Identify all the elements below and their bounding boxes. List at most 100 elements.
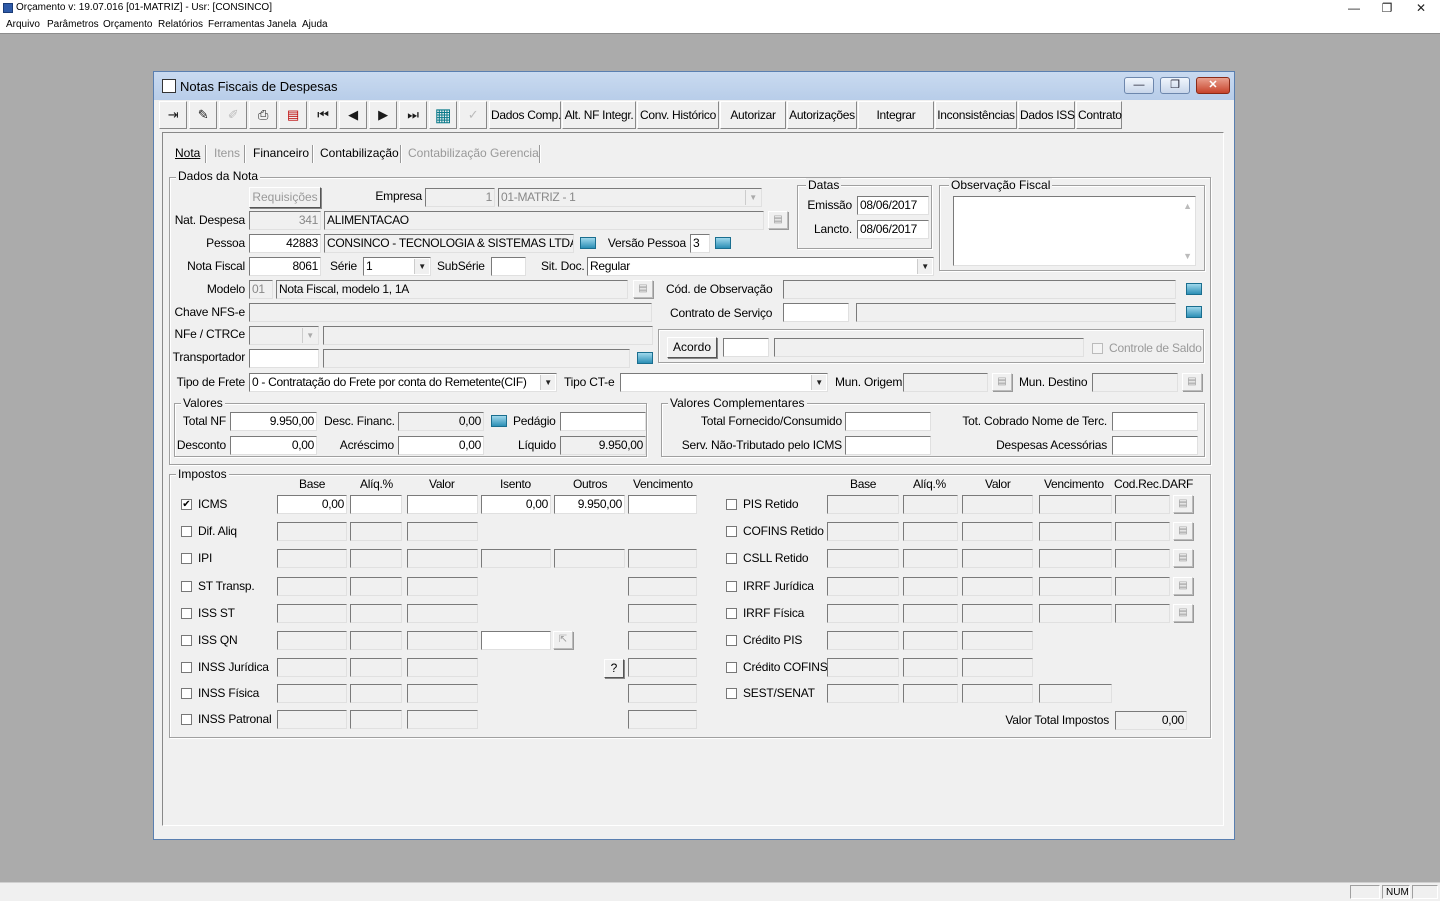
imposto-base-field[interactable] (277, 658, 347, 677)
darf-lookup-button[interactable]: ▤ (1173, 495, 1193, 513)
serie-select[interactable]: 1 ▼ (363, 257, 431, 276)
imposto-retido-field[interactable] (1039, 522, 1112, 541)
imposto-base-field[interactable] (277, 604, 347, 623)
menu-ferramentas[interactable]: Ferramentas (208, 19, 265, 30)
inconsistencias-button[interactable]: Inconsistências (935, 101, 1017, 129)
imposto-retido-field[interactable] (827, 658, 899, 677)
pessoa-code-field[interactable]: 42883 (249, 234, 321, 253)
controle-saldo-checkbox[interactable] (1092, 343, 1103, 354)
app-restore-button[interactable]: ❐ (1370, 0, 1404, 17)
imposto-valor-field[interactable] (407, 577, 478, 596)
nat-despesa-code-field[interactable]: 341 (249, 211, 321, 230)
imposto-aliq-field[interactable] (350, 684, 402, 703)
mun-destino-field[interactable] (1092, 373, 1178, 392)
first-record-button[interactable]: ⏮ (309, 101, 337, 129)
imposto-retido-field[interactable] (962, 522, 1033, 541)
tab-contabilizacao[interactable]: Contabilização (320, 146, 399, 160)
imposto-retido-field[interactable] (827, 604, 899, 623)
imposto-valor-field[interactable] (407, 549, 478, 568)
iss-qn-lookup-button[interactable]: ⇱ (553, 631, 573, 649)
imposto-venc-field[interactable] (628, 495, 697, 514)
imposto-retido-field[interactable] (962, 658, 1033, 677)
cod-observacao-field[interactable] (783, 280, 1176, 299)
obs-fiscal-textarea[interactable]: ▲ ▼ (953, 196, 1196, 266)
acordo-code-field[interactable] (723, 338, 769, 357)
sign-button[interactable]: ✓ (459, 101, 487, 129)
imposto-valor-field[interactable] (407, 522, 478, 541)
imposto-venc-field[interactable] (628, 658, 697, 677)
darf-lookup-button[interactable]: ▤ (1173, 577, 1193, 595)
tab-contabilizacao-gerencial[interactable]: Contabilização Gerencial (408, 146, 541, 160)
imposto-retido-field[interactable] (827, 522, 899, 541)
imposto-aliq-field[interactable] (350, 631, 402, 650)
darf-lookup-button[interactable]: ▤ (1173, 604, 1193, 622)
subserie-field[interactable] (491, 257, 526, 276)
imposto-valor-field[interactable] (407, 495, 478, 514)
nat-despesa-lookup-button[interactable]: ▤ (768, 211, 788, 229)
imposto-retido-field[interactable] (962, 631, 1033, 650)
imposto-checkbox[interactable] (181, 526, 192, 537)
acrescimo-field[interactable]: 0,00 (398, 436, 484, 455)
window-close-button[interactable]: ✕ (1196, 77, 1230, 94)
imposto-retido-field[interactable] (1115, 577, 1170, 596)
imposto-retido-field[interactable] (1115, 549, 1170, 568)
menu-arquivo[interactable]: Arquivo (6, 19, 40, 30)
acordo-button[interactable]: Acordo (667, 337, 717, 358)
imposto-venc-field[interactable] (628, 577, 697, 596)
imposto-retido-checkbox[interactable] (726, 608, 737, 619)
imposto-retido-field[interactable] (903, 631, 958, 650)
imposto-retido-field[interactable] (827, 495, 899, 514)
imposto-retido-field[interactable] (962, 549, 1033, 568)
imposto-retido-field[interactable] (962, 604, 1033, 623)
imposto-venc-field[interactable] (628, 684, 697, 703)
contrato-servico-code-field[interactable] (783, 303, 849, 322)
imposto-checkbox[interactable] (181, 688, 192, 699)
imposto-retido-field[interactable] (1039, 577, 1112, 596)
imposto-retido-field[interactable] (903, 549, 958, 568)
mun-origem-lookup-button[interactable]: ▤ (992, 373, 1012, 391)
imposto-base-field[interactable] (277, 684, 347, 703)
imposto-retido-field[interactable] (962, 684, 1033, 703)
imposto-valor-field[interactable] (407, 684, 478, 703)
menu-relatorios[interactable]: Relatórios (158, 19, 203, 30)
iss-qn-isento-field[interactable] (481, 631, 551, 650)
imposto-retido-field[interactable] (827, 577, 899, 596)
exit-button[interactable]: ⇥ (159, 101, 187, 129)
nfe-ctrce-select[interactable]: ▼ (249, 326, 319, 345)
imposto-venc-field[interactable] (628, 631, 697, 650)
versao-pessoa-field[interactable]: 3 (690, 234, 710, 253)
imposto-isento-field[interactable] (481, 549, 551, 568)
autorizar-button[interactable]: Autorizar (720, 101, 786, 129)
tot-cobrado-field[interactable] (1112, 412, 1198, 431)
emissao-field[interactable]: 08/06/2017 (857, 196, 929, 215)
imposto-outros-field[interactable] (554, 549, 625, 568)
tipo-cte-select[interactable]: ▼ (620, 373, 828, 392)
modelo-lookup-button[interactable]: ▤ (633, 280, 653, 298)
imposto-retido-checkbox[interactable] (726, 635, 737, 646)
imposto-outros-field[interactable]: 9.950,00 (554, 495, 625, 514)
imposto-venc-field[interactable] (628, 604, 697, 623)
imposto-retido-checkbox[interactable] (726, 688, 737, 699)
chave-nfse-field[interactable] (249, 303, 652, 322)
imposto-base-field[interactable] (277, 522, 347, 541)
imposto-checkbox[interactable] (181, 608, 192, 619)
imposto-aliq-field[interactable] (350, 522, 402, 541)
imposto-retido-field[interactable] (1115, 522, 1170, 541)
print-button[interactable]: ⎙ (249, 101, 277, 129)
imposto-aliq-field[interactable] (350, 577, 402, 596)
imposto-isento-field[interactable]: 0,00 (481, 495, 551, 514)
imposto-base-field[interactable] (277, 577, 347, 596)
transportador-lookup-icon[interactable] (637, 352, 653, 364)
edit-button[interactable]: ✐ (219, 101, 247, 129)
nota-fiscal-field[interactable]: 8061 (249, 257, 321, 276)
darf-lookup-button[interactable]: ▤ (1173, 522, 1193, 540)
imposto-retido-field[interactable] (962, 495, 1033, 514)
imposto-base-field[interactable] (277, 631, 347, 650)
menu-ajuda[interactable]: Ajuda (302, 19, 328, 30)
versao-pessoa-lookup-icon[interactable] (715, 237, 731, 249)
imposto-retido-field[interactable] (1039, 549, 1112, 568)
tab-financeiro[interactable]: Financeiro (253, 146, 309, 160)
imposto-checkbox[interactable] (181, 581, 192, 592)
tab-itens[interactable]: Itens (214, 146, 240, 160)
imposto-checkbox[interactable] (181, 553, 192, 564)
